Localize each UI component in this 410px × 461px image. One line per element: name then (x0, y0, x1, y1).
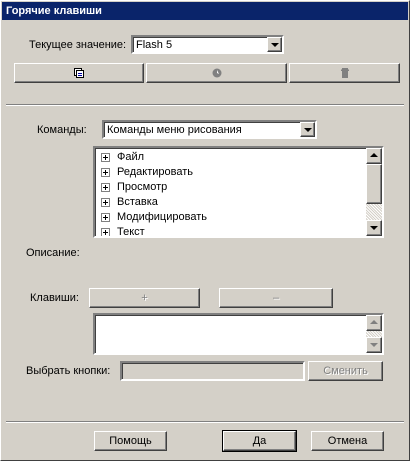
commands-value: Команды меню рисования (107, 124, 242, 136)
ok-label: Да (252, 435, 267, 447)
scroll-up-icon[interactable] (366, 148, 382, 164)
ok-button[interactable]: Да (222, 430, 297, 452)
current-set-value: Flash 5 (136, 39, 173, 51)
tree-item-label: Текст (117, 226, 145, 238)
scroll-down-icon[interactable] (366, 220, 382, 236)
cancel-label: Отмена (327, 435, 368, 447)
change-label: Сменить (323, 365, 368, 377)
help-button[interactable]: Помощь (94, 431, 167, 451)
commands-tree[interactable]: Файл Редактировать Просмотр Вставка Моди… (93, 146, 384, 238)
commands-select[interactable]: Команды меню рисования (102, 120, 317, 139)
expand-plus-icon[interactable] (101, 228, 110, 236)
delete-set-button[interactable] (289, 63, 400, 83)
keys-scrollbar[interactable] (366, 315, 382, 353)
keys-list[interactable] (93, 313, 384, 355)
help-label: Помощь (109, 435, 152, 447)
expand-plus-icon[interactable] (101, 213, 110, 222)
chevron-down-icon[interactable] (267, 37, 282, 52)
current-set-label: Текущее значение: (29, 39, 127, 51)
rename-set-button[interactable] (146, 63, 287, 83)
divider (6, 421, 404, 423)
change-button[interactable]: Сменить (308, 361, 383, 381)
tree-item-label: Редактировать (117, 166, 193, 178)
expand-plus-icon[interactable] (101, 168, 110, 177)
duplicate-set-button[interactable] (14, 63, 144, 83)
press-key-field[interactable] (120, 361, 305, 381)
tree-item-label: Файл (117, 151, 145, 163)
dialog-title: Горячие клавиши (2, 2, 408, 20)
expand-plus-icon[interactable] (101, 153, 110, 162)
description-label: Описание: (26, 247, 80, 259)
duplicate-set-icon (73, 67, 85, 79)
scroll-up-icon[interactable] (366, 315, 382, 331)
remove-key-button[interactable]: – (219, 288, 333, 308)
commands-scrollbar[interactable] (366, 148, 382, 236)
chevron-down-icon[interactable] (300, 122, 315, 137)
add-key-label: + (141, 292, 148, 304)
cancel-button[interactable]: Отмена (311, 431, 384, 451)
expand-plus-icon[interactable] (101, 198, 110, 207)
scroll-down-icon[interactable] (366, 337, 382, 353)
divider (6, 104, 404, 106)
trash-icon (339, 67, 351, 79)
current-set-select[interactable]: Flash 5 (131, 35, 284, 54)
press-key-label: Выбрать кнопки: (26, 365, 111, 377)
shortcut-keys-dialog: Горячие клавиши Текущее значение: Flash … (0, 0, 410, 461)
tree-item-label: Модифицировать (117, 211, 207, 223)
add-key-button[interactable]: + (89, 288, 200, 308)
tree-item-label: Вставка (117, 196, 158, 208)
rename-set-icon (211, 67, 223, 79)
commands-label: Команды: (37, 124, 87, 136)
remove-key-label: – (272, 292, 280, 304)
expand-plus-icon[interactable] (101, 183, 110, 192)
tree-item-label: Просмотр (117, 181, 168, 193)
keys-label: Клавиши: (30, 292, 79, 304)
scroll-thumb[interactable] (366, 164, 382, 204)
